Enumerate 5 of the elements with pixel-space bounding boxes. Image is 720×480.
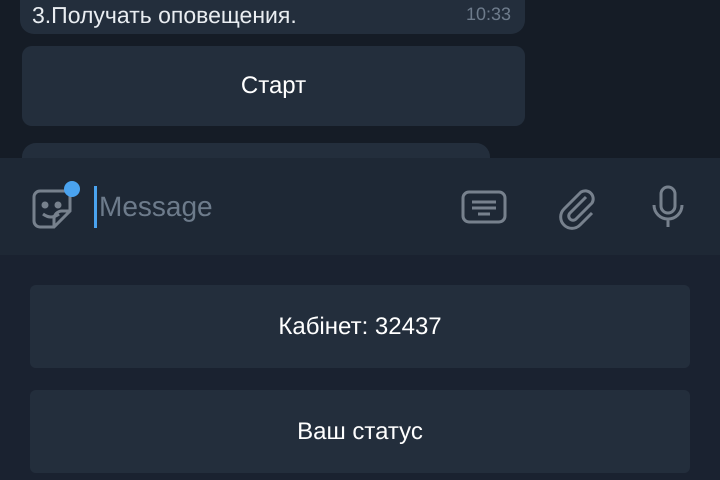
message-time: 10:33 <box>466 3 511 26</box>
keyboard-button[interactable]: Ваш статус <box>30 390 690 473</box>
message-text: 3.Получать оповещения. <box>32 2 297 28</box>
keyboard-button[interactable]: Кабінет: 32437 <box>30 285 690 368</box>
inline-button[interactable]: Старт <box>22 46 525 126</box>
